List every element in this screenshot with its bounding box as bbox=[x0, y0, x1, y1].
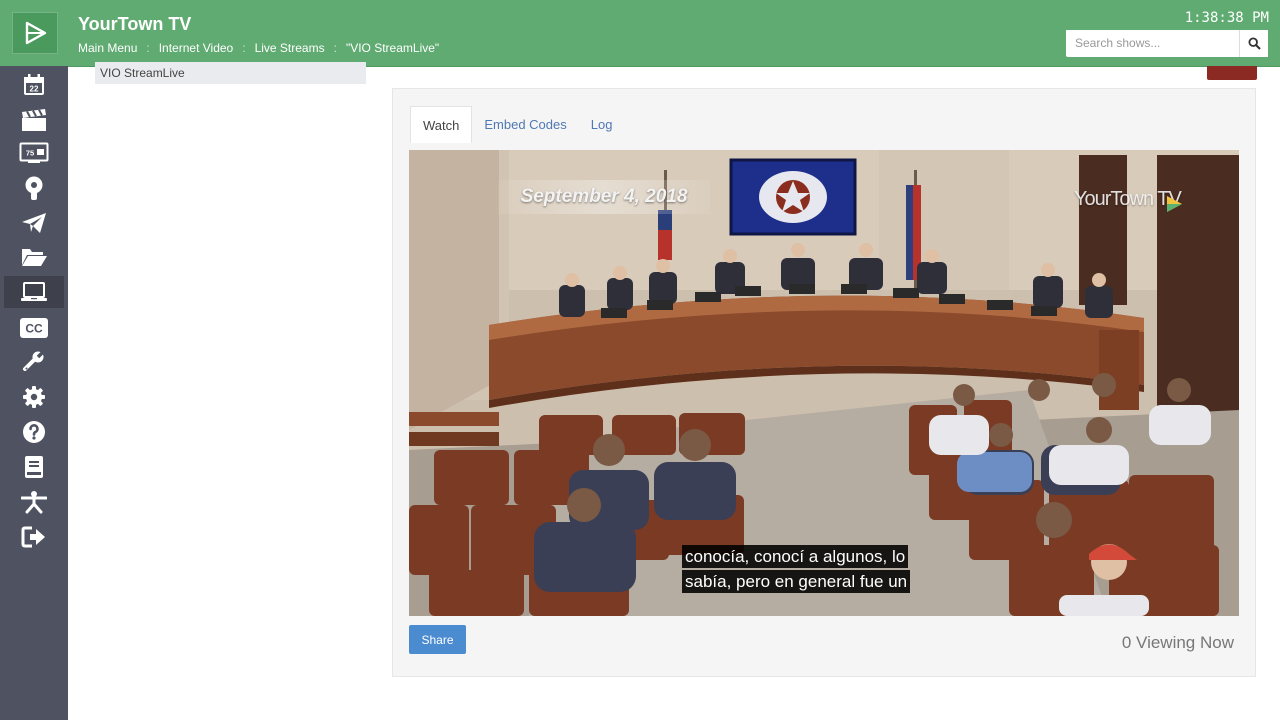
watermark-play-icon bbox=[1167, 196, 1182, 212]
caption-line: sabía, pero en general fue un bbox=[682, 570, 911, 593]
sign-out-icon bbox=[21, 526, 45, 548]
breadcrumb-internet-video[interactable]: Internet Video bbox=[159, 41, 234, 55]
sidebar-item-tools[interactable] bbox=[4, 346, 64, 378]
breadcrumb-live-streams[interactable]: Live Streams bbox=[255, 41, 325, 55]
sidebar-item-live-streams[interactable] bbox=[4, 276, 64, 308]
clock: 1:38:38 PM bbox=[1184, 10, 1269, 26]
stop-stream-button[interactable] bbox=[1207, 66, 1257, 80]
sidebar-item-channel[interactable]: 75 bbox=[4, 137, 64, 169]
breadcrumb: Main Menu : Internet Video : Live Stream… bbox=[78, 41, 439, 55]
folder-open-icon bbox=[22, 249, 47, 266]
tab-log[interactable]: Log bbox=[579, 106, 625, 142]
caption-line: conocía, conocí a algunos, lo bbox=[682, 545, 909, 568]
calendar-icon: 22 bbox=[24, 74, 44, 95]
sidebar-item-logout[interactable] bbox=[4, 521, 64, 553]
breadcrumb-separator: : bbox=[146, 41, 150, 55]
app-logo[interactable] bbox=[12, 12, 58, 54]
wrench-icon bbox=[23, 350, 46, 371]
search-input[interactable] bbox=[1066, 30, 1239, 55]
gear-icon bbox=[23, 386, 45, 408]
tv-channel-icon: 75 bbox=[19, 142, 49, 163]
accessibility-icon bbox=[21, 491, 47, 514]
sidebar-item-videos[interactable] bbox=[4, 104, 64, 136]
clapperboard-icon bbox=[22, 109, 46, 131]
sidebar-nav: 22 75 CC bbox=[0, 66, 68, 720]
book-icon bbox=[25, 456, 43, 478]
svg-text:75: 75 bbox=[26, 149, 34, 158]
help-icon bbox=[23, 421, 45, 443]
viewing-now-count: 0 Viewing Now bbox=[1121, 633, 1234, 652]
stream-tabs: Watch Embed Codes Log bbox=[410, 106, 625, 143]
breadcrumb-current-stream: "VIO StreamLive" bbox=[345, 41, 440, 55]
sidebar-item-captions[interactable]: CC bbox=[4, 312, 64, 344]
breadcrumb-separator: : bbox=[242, 41, 246, 55]
video-date-overlay: September 4, 2018 bbox=[498, 180, 710, 214]
search-button[interactable] bbox=[1239, 30, 1268, 57]
sidebar-item-calendar[interactable]: 22 bbox=[4, 69, 64, 101]
tab-watch[interactable]: Watch bbox=[410, 106, 473, 143]
sidebar-item-send[interactable] bbox=[4, 207, 64, 239]
svg-text:22: 22 bbox=[30, 85, 39, 94]
sidebar-item-help[interactable] bbox=[4, 416, 64, 448]
video-captions: conocía, conocí a algunos, lo sabía, per… bbox=[682, 545, 966, 593]
sidebar-item-guide[interactable] bbox=[4, 451, 64, 483]
sidebar-item-audio[interactable] bbox=[4, 172, 64, 204]
sidebar-item-accessibility[interactable] bbox=[4, 486, 64, 518]
breadcrumb-main-menu[interactable]: Main Menu bbox=[78, 41, 137, 55]
app-title: YourTown TV bbox=[78, 14, 192, 34]
search-box bbox=[1066, 30, 1268, 57]
podcast-icon bbox=[25, 176, 43, 200]
tab-embed-codes[interactable]: Embed Codes bbox=[472, 106, 578, 142]
closed-captions-icon: CC bbox=[20, 318, 48, 338]
laptop-icon bbox=[21, 282, 47, 301]
breadcrumb-separator: : bbox=[333, 41, 337, 55]
paper-plane-icon bbox=[22, 213, 46, 233]
svg-text:CC: CC bbox=[25, 322, 43, 336]
sidebar-item-files[interactable] bbox=[4, 241, 64, 273]
stream-list-item[interactable]: VIO StreamLive bbox=[95, 62, 366, 84]
search-icon bbox=[1247, 37, 1261, 50]
sidebar-item-settings[interactable] bbox=[4, 381, 64, 413]
play-logo-icon bbox=[25, 21, 47, 45]
top-header: YourTown TV Main Menu : Internet Video :… bbox=[0, 0, 1280, 67]
share-button[interactable]: Share bbox=[409, 625, 466, 654]
